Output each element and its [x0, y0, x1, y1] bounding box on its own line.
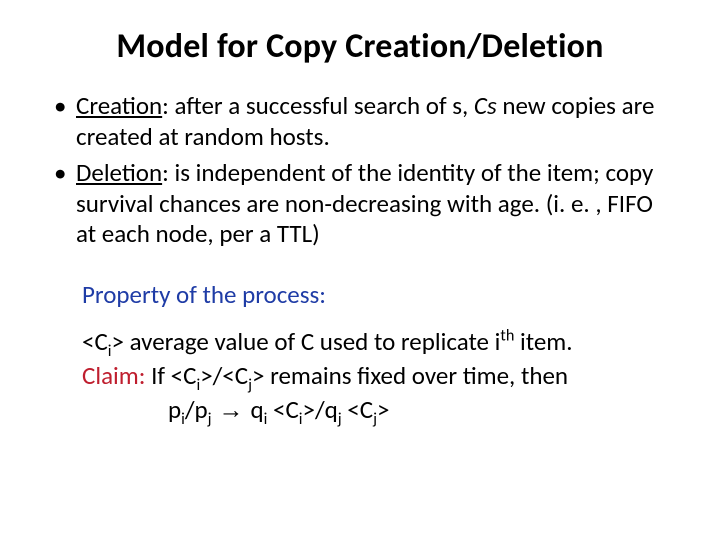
claim-p3: > remains fixed over time, then — [252, 360, 568, 391]
avg-close: > — [112, 326, 124, 357]
claim-label: Claim: — [82, 360, 145, 391]
lower-block: Property of the process: <Ci> average va… — [52, 278, 668, 428]
bullet-deletion: Deletion: is independent of the identity… — [52, 158, 668, 250]
property-label: Property of the process: — [82, 278, 668, 312]
claim-p1: If <C — [145, 360, 196, 391]
deletion-head: Deletion — [76, 157, 162, 188]
avg-mid: average value of C used to replicate i — [124, 326, 500, 357]
claim-p2: >/<C — [200, 360, 248, 391]
c2-arrow: → — [212, 396, 251, 424]
bullet-creation: Creation: after a successful search of s… — [52, 91, 668, 152]
c2g: > — [377, 394, 389, 425]
c2d: <C — [267, 394, 298, 425]
slide: Model for Copy Creation/Deletion Creatio… — [0, 0, 720, 540]
avg-open: <C — [82, 326, 108, 357]
c2f: <C — [342, 394, 373, 425]
c2a: p — [168, 394, 181, 425]
bullet-list: Creation: after a successful search of s… — [52, 91, 668, 250]
avg-line: <Ci> average value of C used to replicat… — [82, 325, 668, 359]
creation-head: Creation — [76, 90, 162, 121]
c2c: q — [250, 394, 263, 425]
avg-end: item. — [514, 326, 572, 357]
c2e: >/q — [303, 394, 338, 425]
claim-block: Claim: If <Ci>/<Cj> remains fixed over t… — [82, 359, 668, 428]
creation-text-a: : after a successful search of s, — [162, 90, 474, 121]
deletion-text: : is independent of the identity of the … — [76, 157, 653, 249]
claim-line2: pi/pj → qi <Ci>/qj <Cj> — [82, 393, 668, 428]
slide-title: Model for Copy Creation/Deletion — [52, 26, 668, 67]
avg-th: th — [500, 327, 514, 346]
creation-cs: Cs — [474, 90, 497, 121]
c2b: /p — [185, 394, 208, 425]
